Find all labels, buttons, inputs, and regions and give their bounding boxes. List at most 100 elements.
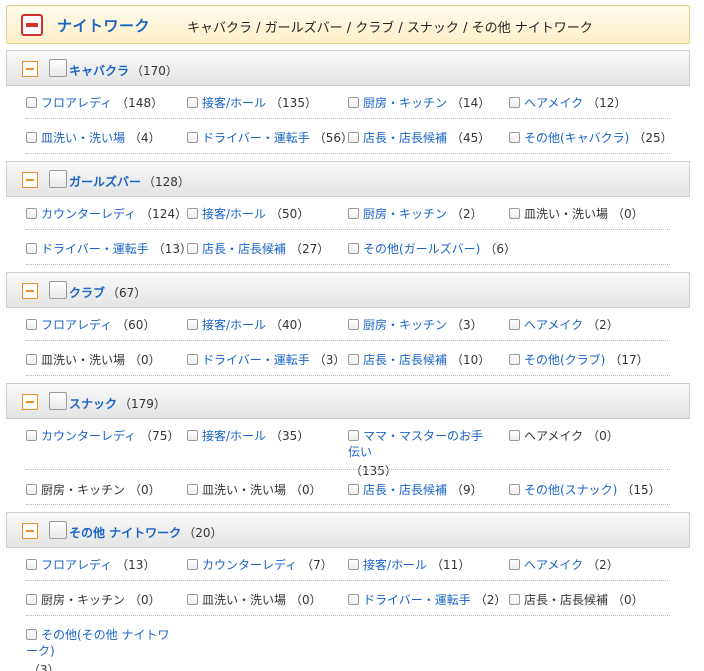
collapse-toggle-icon[interactable] (22, 61, 38, 77)
job-type-checkbox[interactable] (348, 594, 359, 605)
job-type-name[interactable]: その他(その他 ナイトワーク) (26, 628, 170, 658)
job-type-name[interactable]: フロアレディ (41, 96, 112, 110)
category-label[interactable]: クラブ （67） (69, 284, 146, 301)
job-type-item[interactable]: 店長・店長候補 （9） (348, 482, 483, 498)
job-type-checkbox[interactable] (187, 132, 198, 143)
collapse-toggle-icon[interactable] (22, 283, 38, 299)
job-type-checkbox[interactable] (509, 354, 520, 365)
job-type-checkbox[interactable] (26, 243, 37, 254)
job-type-item[interactable]: 店長・店長候補 （45） (348, 130, 490, 146)
job-type-checkbox[interactable] (509, 430, 520, 441)
job-type-name[interactable]: ヘアメイク (524, 96, 583, 110)
job-type-name[interactable]: ママ・マスターのお手伝い (348, 429, 483, 459)
job-type-item[interactable]: ドライバー・運転手 （2） (348, 592, 506, 608)
job-type-checkbox[interactable] (509, 208, 520, 219)
job-type-name[interactable]: その他(クラブ) (524, 353, 605, 367)
job-type-checkbox[interactable] (509, 484, 520, 495)
job-type-checkbox[interactable] (26, 208, 37, 219)
job-type-name[interactable]: 接客/ホール (202, 318, 266, 332)
job-type-name[interactable]: カウンターレディ (202, 558, 297, 572)
job-type-item[interactable]: その他(スナック) （15） (509, 482, 661, 498)
job-type-checkbox[interactable] (187, 484, 198, 495)
job-type-name[interactable]: ドライバー・運転手 (363, 593, 471, 607)
job-type-name[interactable]: フロアレディ (41, 318, 112, 332)
job-type-item[interactable]: その他(その他 ナイトワーク) （3） (26, 627, 171, 671)
job-type-checkbox[interactable] (187, 243, 198, 254)
category-name[interactable]: キャバクラ (69, 64, 129, 78)
job-type-checkbox[interactable] (187, 208, 198, 219)
job-type-item[interactable]: 厨房・キッチン （0） (26, 482, 161, 498)
job-type-name[interactable]: 店長・店長候補 (202, 242, 286, 256)
job-type-checkbox[interactable] (509, 319, 520, 330)
collapse-icon[interactable] (21, 14, 43, 36)
job-type-item[interactable]: フロアレディ （148） (26, 95, 163, 111)
job-type-name[interactable]: 厨房・キッチン (363, 318, 447, 332)
job-type-checkbox[interactable] (26, 594, 37, 605)
job-type-item[interactable]: フロアレディ （60） (26, 317, 155, 333)
job-type-name[interactable]: カウンターレディ (41, 429, 136, 443)
job-type-name[interactable]: その他(スナック) (524, 483, 617, 497)
job-type-name[interactable]: 皿洗い・洗い場 (41, 131, 125, 145)
job-type-name[interactable]: 厨房・キッチン (363, 207, 447, 221)
job-type-name[interactable]: 接客/ホール (363, 558, 427, 572)
job-type-name[interactable]: ドライバー・運転手 (41, 242, 149, 256)
job-type-item[interactable]: 店長・店長候補 （10） (348, 352, 490, 368)
job-type-item[interactable]: その他(ガールズバー) （6） (348, 241, 516, 257)
job-type-item[interactable]: ドライバー・運転手 （56） (187, 130, 353, 146)
job-type-name[interactable]: ドライバー・運転手 (202, 131, 310, 145)
job-type-item[interactable]: 店長・店長候補 （0） (509, 592, 644, 608)
job-type-item[interactable]: 皿洗い・洗い場 （0） (187, 482, 322, 498)
job-type-checkbox[interactable] (26, 97, 37, 108)
category-checkbox[interactable] (49, 281, 67, 299)
job-type-checkbox[interactable] (348, 319, 359, 330)
job-type-checkbox[interactable] (348, 132, 359, 143)
job-type-name[interactable]: フロアレディ (41, 558, 112, 572)
job-type-checkbox[interactable] (348, 208, 359, 219)
category-label[interactable]: その他 ナイトワーク （20） (69, 524, 222, 541)
job-type-item[interactable]: 厨房・キッチン （0） (26, 592, 161, 608)
job-type-item[interactable]: 店長・店長候補 （27） (187, 241, 329, 257)
job-type-name[interactable]: その他(キャバクラ) (524, 131, 629, 145)
job-type-name[interactable]: ヘアメイク (524, 558, 583, 572)
job-type-checkbox[interactable] (187, 594, 198, 605)
category-name[interactable]: クラブ (69, 286, 105, 300)
collapse-toggle-icon[interactable] (22, 394, 38, 410)
job-type-item[interactable]: 接客/ホール （135） (187, 95, 317, 111)
job-type-item[interactable]: ヘアメイク （2） (509, 557, 619, 573)
job-type-item[interactable]: その他(クラブ) （17） (509, 352, 649, 368)
job-type-item[interactable]: 接客/ホール （50） (187, 206, 309, 222)
job-type-item[interactable]: ドライバー・運転手 （13） (26, 241, 192, 257)
category-checkbox[interactable] (49, 392, 67, 410)
category-name[interactable]: スナック (69, 397, 117, 411)
job-type-checkbox[interactable] (348, 97, 359, 108)
job-type-item[interactable]: フロアレディ （13） (26, 557, 155, 573)
job-type-name[interactable]: その他(ガールズバー) (363, 242, 480, 256)
job-type-checkbox[interactable] (348, 354, 359, 365)
job-type-item[interactable]: ヘアメイク （12） (509, 95, 626, 111)
job-type-checkbox[interactable] (26, 132, 37, 143)
collapse-toggle-icon[interactable] (22, 172, 38, 188)
collapse-toggle-icon[interactable] (22, 523, 38, 539)
header-title[interactable]: ナイトワーク (57, 15, 150, 36)
job-type-item[interactable]: ヘアメイク （2） (509, 317, 619, 333)
job-type-checkbox[interactable] (187, 354, 198, 365)
category-name[interactable]: ガールズバー (69, 175, 141, 189)
job-type-item[interactable]: 厨房・キッチン （3） (348, 317, 483, 333)
category-label[interactable]: ガールズバー （128） (69, 173, 190, 190)
job-type-checkbox[interactable] (26, 354, 37, 365)
job-type-checkbox[interactable] (509, 132, 520, 143)
job-type-name[interactable]: ヘアメイク (524, 318, 583, 332)
job-type-item[interactable]: カウンターレディ （124） (26, 206, 187, 222)
job-type-item[interactable]: 厨房・キッチン （14） (348, 95, 490, 111)
job-type-checkbox[interactable] (187, 319, 198, 330)
job-type-item[interactable]: ヘアメイク （0） (509, 428, 619, 444)
job-type-item[interactable]: 皿洗い・洗い場 （0） (187, 592, 322, 608)
job-type-checkbox[interactable] (26, 484, 37, 495)
job-type-checkbox[interactable] (187, 97, 198, 108)
job-type-name[interactable]: 接客/ホール (202, 429, 266, 443)
job-type-item[interactable]: 厨房・キッチン （2） (348, 206, 483, 222)
job-type-name[interactable]: カウンターレディ (41, 207, 136, 221)
job-type-item[interactable]: ドライバー・運転手 （3） (187, 352, 345, 368)
job-type-item[interactable]: カウンターレディ （75） (26, 428, 179, 444)
job-type-item[interactable]: カウンターレディ （7） (187, 557, 333, 573)
